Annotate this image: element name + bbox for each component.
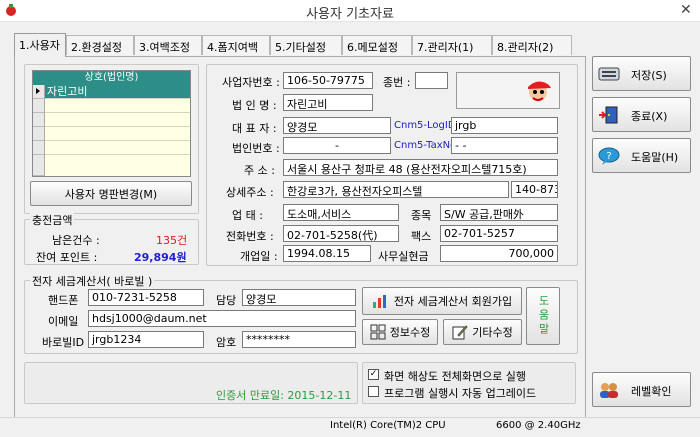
mascot-icon <box>528 81 551 101</box>
tab-other-settings[interactable]: 5.기타설정 <box>270 35 342 55</box>
remaining-value: 135건 <box>156 234 188 247</box>
id-field[interactable]: jrgb1234 <box>88 331 204 348</box>
email-field[interactable]: hdsj1000@daum.net <box>88 310 356 327</box>
branch-field[interactable] <box>415 72 448 89</box>
grid-icon <box>370 324 386 340</box>
level-button[interactable]: 레벨확인 <box>592 372 691 407</box>
branch-label: 종번 : <box>383 76 411 89</box>
bizno-label: 사업자번호 : <box>222 76 280 89</box>
grid-row-selected[interactable]: 자린고비 <box>45 85 190 99</box>
keyboard-icon <box>598 67 620 81</box>
tab-user[interactable]: 1.사용자 <box>14 33 66 57</box>
etax-join-button[interactable]: 전자 세금계산서 회원가입 <box>362 287 522 315</box>
bizno-field[interactable]: 106-50-79775 <box>283 72 373 89</box>
corpno-field[interactable]: - <box>283 137 391 154</box>
help-button[interactable]: ? 도움말(H) <box>592 138 691 173</box>
cert-expiry: 인증서 만료일: 2015-12-11 <box>216 389 352 402</box>
svg-text:?: ? <box>606 151 611 162</box>
help-bubble-icon: ? <box>598 147 620 165</box>
company-grid[interactable]: 상호(법인명) 자린고비 <box>32 70 191 177</box>
etax-join-label: 전자 세금계산서 회원가입 <box>393 295 513 308</box>
autoupdate-label: 프로그램 실행시 자동 업그레이드 <box>384 387 537 400</box>
save-label: 저장(S) <box>631 69 667 82</box>
manager-field[interactable]: 양경모 <box>242 289 356 306</box>
points-value: 29,894원 <box>134 251 187 264</box>
info-edit-label: 정보수정 <box>389 326 431 339</box>
exit-label: 종료(X) <box>631 110 668 123</box>
biztype-field[interactable]: 도소매,서비스 <box>283 204 399 221</box>
biztype-label: 업 태 : <box>232 209 263 222</box>
office-label: 사무실현금 <box>378 250 429 263</box>
pw-field[interactable]: ******** <box>242 331 356 348</box>
taxno-field[interactable]: - - <box>451 137 558 154</box>
etax-group-title: 전자 세금계산서( 바로빌 ) <box>30 273 155 289</box>
window-title: 사용자 기초자료 <box>306 7 394 22</box>
rename-button[interactable]: 사용자 명판변경(M) <box>30 181 192 206</box>
phone-label: 전화번호 : <box>226 230 274 243</box>
phone-field[interactable]: 02-701-5258(代) <box>283 225 399 242</box>
exit-button[interactable]: 종료(X) <box>592 97 691 132</box>
other-edit-button[interactable]: 기타수정 <box>443 319 522 345</box>
close-icon[interactable]: ✕ <box>680 2 692 18</box>
pencil-icon <box>452 325 468 340</box>
email-label: 이메일 <box>48 315 79 328</box>
users-icon <box>600 383 618 398</box>
mobile-label: 핸드폰 <box>48 294 79 307</box>
save-button[interactable]: 저장(S) <box>592 56 691 91</box>
corpname-label: 법 인 명 : <box>232 99 277 112</box>
detail-field[interactable]: 한강로3가, 용산전자오피스텔 <box>283 181 509 198</box>
info-edit-button[interactable]: 정보수정 <box>362 319 438 345</box>
tab-admin-1[interactable]: 7.관리자(1) <box>412 35 492 55</box>
other-edit-label: 기타수정 <box>472 326 513 339</box>
fullscreen-checkbox[interactable]: ✓ <box>368 369 379 380</box>
manager-label: 담당 <box>216 294 237 307</box>
tab-memo[interactable]: 6.메모설정 <box>342 35 412 55</box>
ceo-label: 대 표 자 : <box>232 122 277 135</box>
help-label: 도움말(H) <box>631 151 679 164</box>
login-field[interactable]: jrgb <box>451 117 558 134</box>
addr-label: 주 소 : <box>244 164 275 177</box>
logo-frame[interactable] <box>456 72 560 109</box>
points-label: 잔여 포인트 : <box>36 251 98 264</box>
fax-label: 팩스 <box>411 230 432 243</box>
item-field[interactable]: S/W 공급,판매外 <box>440 204 558 221</box>
open-label: 개업일 : <box>240 250 278 263</box>
fax-field[interactable]: 02-701-5257 <box>440 225 558 242</box>
cpu-text: Intel(R) Core(TM)2 CPU <box>330 420 446 431</box>
tab-admin-2[interactable]: 8.관리자(2) <box>492 35 572 55</box>
grid-header[interactable]: 상호(법인명) <box>33 71 190 85</box>
etax-help-button[interactable]: 도움말 <box>526 287 560 345</box>
tab-environment[interactable]: 2.환경설정 <box>66 35 134 55</box>
pw-label: 암호 <box>216 336 237 349</box>
exit-door-icon <box>599 106 618 124</box>
tab-margin[interactable]: 3.여백조정 <box>134 35 202 55</box>
ceo-field[interactable]: 양경모 <box>283 117 391 134</box>
corpname-field[interactable]: 자린고비 <box>283 94 373 111</box>
tab-form-margin[interactable]: 4.폼지여백 <box>202 35 270 55</box>
level-label: 레벨확인 <box>631 385 672 398</box>
zip-field[interactable]: 140-873 <box>511 181 558 198</box>
corpno-label: 법인번호 : <box>232 142 280 155</box>
item-label: 종목 <box>411 209 432 222</box>
cpu-freq-text: 6600 @ 2.40GHz <box>496 420 581 431</box>
row-pointer-icon <box>33 85 45 99</box>
autoupdate-checkbox[interactable] <box>368 386 379 397</box>
mobile-field[interactable]: 010-7231-5258 <box>88 289 204 306</box>
fullscreen-label: 화면 해상도 전체화면으로 실행 <box>384 370 527 383</box>
office-field[interactable]: 700,000 <box>440 245 558 262</box>
remaining-label: 남은건수 : <box>52 234 100 247</box>
open-field[interactable]: 1994.08.15 <box>283 245 371 262</box>
addr-field[interactable]: 서울시 용산구 청파로 48 (용산전자오피스텔715호) <box>283 159 558 176</box>
id-label: 바로빌ID <box>42 336 85 349</box>
chart-icon <box>372 295 386 308</box>
detail-label: 상세주소 : <box>226 186 274 199</box>
etax-help-label: 도움말 <box>537 295 550 337</box>
charge-group-title: 충전금액 <box>30 212 75 228</box>
